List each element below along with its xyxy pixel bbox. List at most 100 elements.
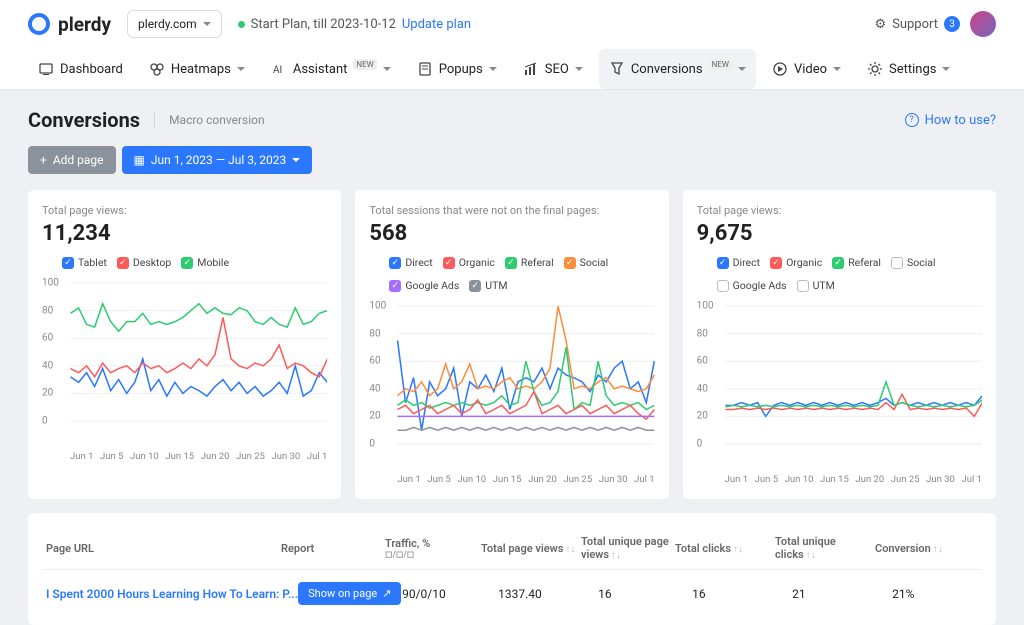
avatar[interactable]	[970, 11, 996, 37]
checkbox-icon: ✓	[564, 257, 576, 269]
support-label: Support	[892, 17, 938, 32]
checkbox-icon	[797, 280, 809, 292]
col-conv[interactable]: Conversion↑↓	[875, 542, 951, 555]
date-range-label: Jun 1, 2023 — Jul 3, 2023	[151, 153, 286, 167]
cell-tc: 16	[692, 587, 792, 601]
status-dot-icon	[238, 21, 245, 28]
legend-tablet[interactable]: ✓Tablet	[62, 256, 107, 269]
checkbox-icon: ✓	[389, 280, 401, 292]
page-subtitle: Macro conversion	[154, 113, 265, 127]
logo[interactable]: plerdy	[28, 13, 111, 36]
legend-direct[interactable]: ✓Direct	[389, 256, 432, 269]
legend-direct[interactable]: ✓Direct	[717, 256, 760, 269]
chevron-down-icon	[383, 67, 391, 75]
plan-text: Start Plan, till 2023-10-12	[251, 17, 396, 32]
date-range-button[interactable]: ▦ Jun 1, 2023 — Jul 3, 2023	[122, 146, 313, 174]
stat-card: Total sessions that were not on the fina…	[355, 190, 668, 499]
chevron-down-icon	[292, 158, 300, 166]
howto-label: How to use?	[925, 113, 996, 128]
nav-video[interactable]: Video	[762, 49, 851, 89]
chevron-down-icon	[489, 67, 497, 75]
site-selector[interactable]: plerdy.com	[127, 10, 222, 38]
card-label: Total page views:	[697, 204, 982, 217]
legend-referal[interactable]: ✓Referal	[832, 256, 881, 269]
add-page-button[interactable]: + Add page	[28, 146, 116, 174]
logo-text: plerdy	[58, 13, 111, 36]
table-row: I Spent 2000 Hours Learning How To Learn…	[42, 570, 982, 617]
card-value: 568	[369, 221, 654, 246]
cell-tpv: 1337.40	[498, 587, 598, 601]
nav-assistant[interactable]: AIAssistantNEW	[261, 49, 401, 89]
col-report[interactable]: Report	[281, 542, 385, 555]
legend-utm[interactable]: ✓UTM	[469, 279, 507, 292]
chevron-down-icon	[942, 67, 950, 75]
page-title: Conversions	[28, 108, 140, 132]
col-tc[interactable]: Total clicks↑↓	[675, 542, 775, 555]
sort-icon: ↑↓	[565, 544, 575, 555]
nav-popups[interactable]: Popups	[407, 49, 507, 89]
nav-dashboard[interactable]: Dashboard	[28, 49, 133, 89]
cell-conv: 21%	[892, 587, 968, 601]
col-uc[interactable]: Total unique clicks↑↓	[775, 535, 875, 561]
video-icon	[772, 61, 788, 77]
card-label: Total page views:	[42, 204, 327, 217]
legend-organic[interactable]: ✓Organic	[770, 256, 822, 269]
checkbox-icon: ✓	[389, 257, 401, 269]
legend-google-ads[interactable]: Google Ads	[717, 279, 787, 292]
show-on-page-button[interactable]: Show on page ↗	[298, 582, 401, 605]
how-to-use-link[interactable]: ? How to use?	[905, 113, 996, 128]
line-chart: 020406080100	[697, 300, 982, 470]
seo-icon	[523, 61, 539, 77]
chevron-down-icon	[833, 67, 841, 75]
chevron-down-icon	[738, 67, 746, 75]
col-url[interactable]: Page URL	[46, 542, 281, 555]
nav-conversions[interactable]: ConversionsNEW	[599, 49, 756, 89]
settings-icon	[867, 61, 883, 77]
checkbox-icon: ✓	[832, 257, 844, 269]
cell-uc: 21	[792, 587, 892, 601]
dashboard-icon	[38, 61, 54, 77]
col-upv[interactable]: Total unique page views↑↓	[581, 535, 675, 561]
legend-mobile[interactable]: ✓Mobile	[181, 256, 229, 269]
legend-desktop[interactable]: ✓Desktop	[117, 256, 171, 269]
logo-icon	[28, 13, 50, 35]
page-url-link[interactable]: I Spent 2000 Hours Learning How To Learn…	[46, 587, 298, 601]
update-plan-link[interactable]: Update plan	[402, 17, 471, 32]
legend-organic[interactable]: ✓Organic	[443, 256, 495, 269]
card-label: Total sessions that were not on the fina…	[369, 204, 654, 217]
line-chart: 020406080100	[42, 277, 327, 447]
checkbox-icon: ✓	[117, 257, 129, 269]
checkbox-icon: ✓	[62, 257, 74, 269]
assistant-icon: AI	[271, 61, 287, 77]
col-traffic-label: Traffic, %	[385, 537, 481, 550]
stat-card: Total page views: 11,234 ✓Tablet ✓Desktop ✓M…	[28, 190, 341, 499]
legend-referal[interactable]: ✓Referal	[505, 256, 554, 269]
nav-settings[interactable]: Settings	[857, 49, 960, 89]
conversions-icon	[609, 61, 625, 77]
legend-social[interactable]: Social	[891, 256, 936, 269]
nav-heatmaps[interactable]: Heatmaps	[139, 49, 255, 89]
legend-social[interactable]: ✓Social	[564, 256, 609, 269]
support-link[interactable]: ⚙ Support 3	[874, 16, 960, 32]
stat-card: Total page views:9,675✓Direct✓Organic✓Re…	[683, 190, 996, 499]
col-traffic-sub: ◻/◻/◻	[385, 550, 481, 560]
nav-seo[interactable]: SEO	[513, 49, 593, 89]
checkbox-icon	[717, 280, 729, 292]
sort-icon: ↑↓	[733, 544, 743, 555]
external-icon: ↗	[382, 587, 391, 600]
card-value: 11,234	[42, 221, 327, 246]
legend-utm[interactable]: UTM	[797, 279, 835, 292]
heatmaps-icon	[149, 61, 165, 77]
checkbox-icon: ✓	[717, 257, 729, 269]
gear-icon: ⚙	[874, 17, 886, 32]
col-tpv[interactable]: Total page views↑↓	[481, 542, 581, 555]
col-traffic[interactable]: Traffic, % ◻/◻/◻	[385, 537, 481, 560]
checkbox-icon: ✓	[469, 280, 481, 292]
legend-google-ads[interactable]: ✓Google Ads	[389, 279, 459, 292]
sort-icon: ↑↓	[933, 544, 943, 555]
new-badge: NEW	[353, 59, 376, 70]
cell-upv: 16	[598, 587, 692, 601]
cell-traffic: 90/0/10	[402, 587, 498, 601]
calendar-icon: ▦	[134, 153, 145, 167]
help-icon: ?	[905, 113, 919, 127]
